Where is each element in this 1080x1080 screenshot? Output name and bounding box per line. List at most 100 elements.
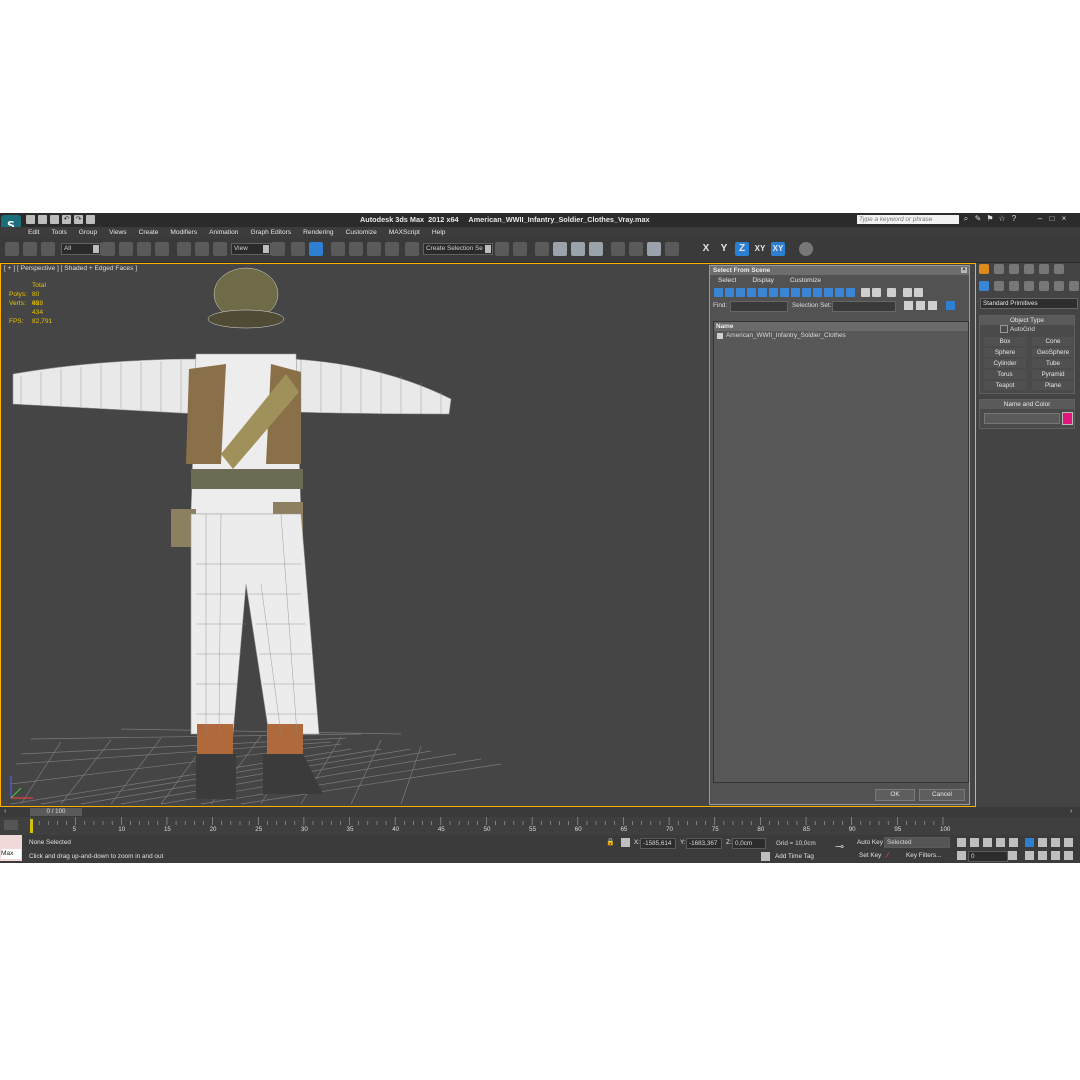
space-warps-category-icon[interactable] — [1054, 281, 1064, 291]
rendered-frame-window-icon[interactable] — [647, 242, 661, 256]
zoom-extents-all-icon[interactable] — [1064, 838, 1073, 847]
pyramid-button[interactable]: Pyramid — [1032, 370, 1074, 379]
save-file-icon[interactable] — [50, 215, 59, 224]
display-containers-icon[interactable] — [813, 288, 822, 297]
select-by-name-icon[interactable] — [119, 242, 133, 256]
auto-key-button[interactable]: Auto Key — [857, 838, 883, 847]
selection-filter-dropdown[interactable]: All — [61, 243, 101, 255]
menu-views[interactable]: Views — [103, 228, 132, 238]
favorites-icon[interactable]: ☆ — [998, 215, 1006, 223]
menu-modifiers[interactable]: Modifiers — [164, 228, 203, 238]
select-all-icon[interactable] — [904, 301, 913, 310]
tube-button[interactable]: Tube — [1032, 359, 1074, 368]
display-cameras-icon[interactable] — [747, 288, 756, 297]
reference-coordinate-dropdown[interactable]: View — [231, 243, 271, 255]
time-slider[interactable]: ‹ 0 / 100 › — [0, 807, 1080, 817]
dialog-menu-select[interactable]: Select — [710, 275, 744, 286]
display-frozen-icon[interactable] — [824, 288, 833, 297]
motion-tab-icon[interactable] — [1024, 264, 1034, 274]
axis-y-button[interactable]: Y — [717, 242, 731, 256]
axis-x-button[interactable]: X — [699, 242, 713, 256]
menu-maxscript[interactable]: MAXScript — [383, 228, 426, 238]
object-type-header[interactable]: Object Type — [980, 316, 1074, 325]
edit-named-selection-icon[interactable] — [405, 242, 419, 256]
scene-object-list[interactable]: Name American_WWII_Infantry_Soldier_Clot… — [713, 321, 969, 783]
menu-help[interactable]: Help — [426, 228, 452, 238]
project-folder-icon[interactable] — [86, 215, 95, 224]
select-dependents-icon[interactable] — [946, 301, 955, 310]
display-all-icon[interactable] — [846, 288, 855, 297]
display-invert-icon[interactable] — [872, 288, 881, 297]
display-groups-icon[interactable] — [780, 288, 789, 297]
torus-button[interactable]: Torus — [984, 370, 1026, 379]
snaps-toggle-icon[interactable] — [331, 242, 345, 256]
angle-snap-icon[interactable] — [349, 242, 363, 256]
schematic-view-icon[interactable] — [589, 242, 603, 256]
menu-rendering[interactable]: Rendering — [297, 228, 339, 238]
key-mode-dropdown[interactable]: Selected — [884, 837, 950, 848]
material-editor-icon[interactable] — [611, 242, 625, 256]
key-filters-button[interactable]: Key Filters... — [906, 851, 942, 860]
create-tab-icon[interactable] — [979, 264, 989, 274]
set-key-button[interactable]: Set Key — [859, 851, 881, 860]
render-setup-icon[interactable] — [629, 242, 643, 256]
help-icon[interactable]: ? — [1010, 215, 1018, 223]
undo-icon[interactable]: ↶ — [62, 215, 71, 224]
display-tab-icon[interactable] — [1039, 264, 1049, 274]
unlink-selection-icon[interactable] — [23, 242, 37, 256]
redo-icon[interactable]: ↷ — [74, 215, 83, 224]
orbit-icon[interactable] — [1051, 851, 1060, 860]
sphere-button[interactable]: Sphere — [984, 348, 1026, 357]
dialog-menu-display[interactable]: Display — [744, 275, 782, 286]
field-of-view-icon[interactable] — [1025, 851, 1034, 860]
selection-set-dropdown[interactable] — [832, 301, 896, 312]
lock-selection-icon[interactable]: 🔒 — [606, 838, 615, 847]
systems-category-icon[interactable] — [1069, 281, 1079, 291]
time-tag-icon[interactable] — [761, 852, 770, 861]
object-color-swatch[interactable] — [1062, 412, 1073, 425]
zoom-all-icon[interactable] — [1038, 838, 1047, 847]
select-and-scale-icon[interactable] — [213, 242, 227, 256]
layer-manager-icon[interactable] — [535, 242, 549, 256]
play-icon[interactable] — [983, 838, 992, 847]
name-column-header[interactable]: Name — [714, 322, 968, 331]
cone-button[interactable]: Cone — [1032, 337, 1074, 346]
name-color-header[interactable]: Name and Color — [980, 400, 1074, 409]
select-and-move-icon[interactable] — [177, 242, 191, 256]
display-none-icon[interactable] — [861, 288, 870, 297]
pivot-center-icon[interactable] — [271, 242, 285, 256]
viewport-label[interactable]: [ + ] [ Perspective ] [ Shaded + Edged F… — [4, 265, 137, 272]
go-to-end-icon[interactable] — [1009, 838, 1018, 847]
geometry-category-icon[interactable] — [979, 281, 989, 291]
menu-animation[interactable]: Animation — [203, 228, 244, 238]
next-frame-icon[interactable]: › — [1070, 808, 1078, 815]
new-file-icon[interactable] — [26, 215, 35, 224]
zoom-icon[interactable] — [1025, 838, 1034, 847]
search-input[interactable]: Type a keyword or phrase — [857, 215, 959, 224]
dialog-menu-customize[interactable]: Customize — [782, 275, 829, 286]
menu-customize[interactable]: Customize — [340, 228, 383, 238]
select-object-icon[interactable] — [101, 242, 115, 256]
menu-create[interactable]: Create — [133, 228, 165, 238]
helpers-category-icon[interactable] — [1039, 281, 1049, 291]
dialog-title-bar[interactable]: Select From Scene × — [710, 266, 969, 275]
soldier-model[interactable] — [12, 267, 452, 799]
display-shapes-icon[interactable] — [725, 288, 734, 297]
mirror-icon[interactable] — [495, 242, 509, 256]
absolute-mode-icon[interactable] — [621, 838, 630, 847]
display-bones-icon[interactable] — [802, 288, 811, 297]
axis-xy-button[interactable]: XY — [753, 242, 767, 256]
menu-group[interactable]: Group — [73, 228, 103, 238]
find-input[interactable] — [730, 301, 788, 312]
current-frame-field[interactable]: 0 — [968, 851, 1008, 862]
previous-frame-icon[interactable]: ‹ — [4, 808, 12, 815]
binoculars-icon[interactable]: ⌕ — [962, 215, 970, 223]
dialog-close-icon[interactable]: × — [961, 267, 967, 273]
rectangular-selection-icon[interactable] — [137, 242, 151, 256]
align-icon[interactable] — [513, 242, 527, 256]
ok-button[interactable]: OK — [875, 789, 915, 801]
maximize-icon[interactable]: □ — [1048, 215, 1056, 223]
track-bar[interactable]: 5 10 15 20 25 30 35 40 45 50 55 60 65 70 75 80 85 90 95 100 — [0, 817, 1080, 835]
sync-selection-icon[interactable] — [887, 288, 896, 297]
key-filter-icon[interactable]: ⁄ — [887, 851, 888, 860]
